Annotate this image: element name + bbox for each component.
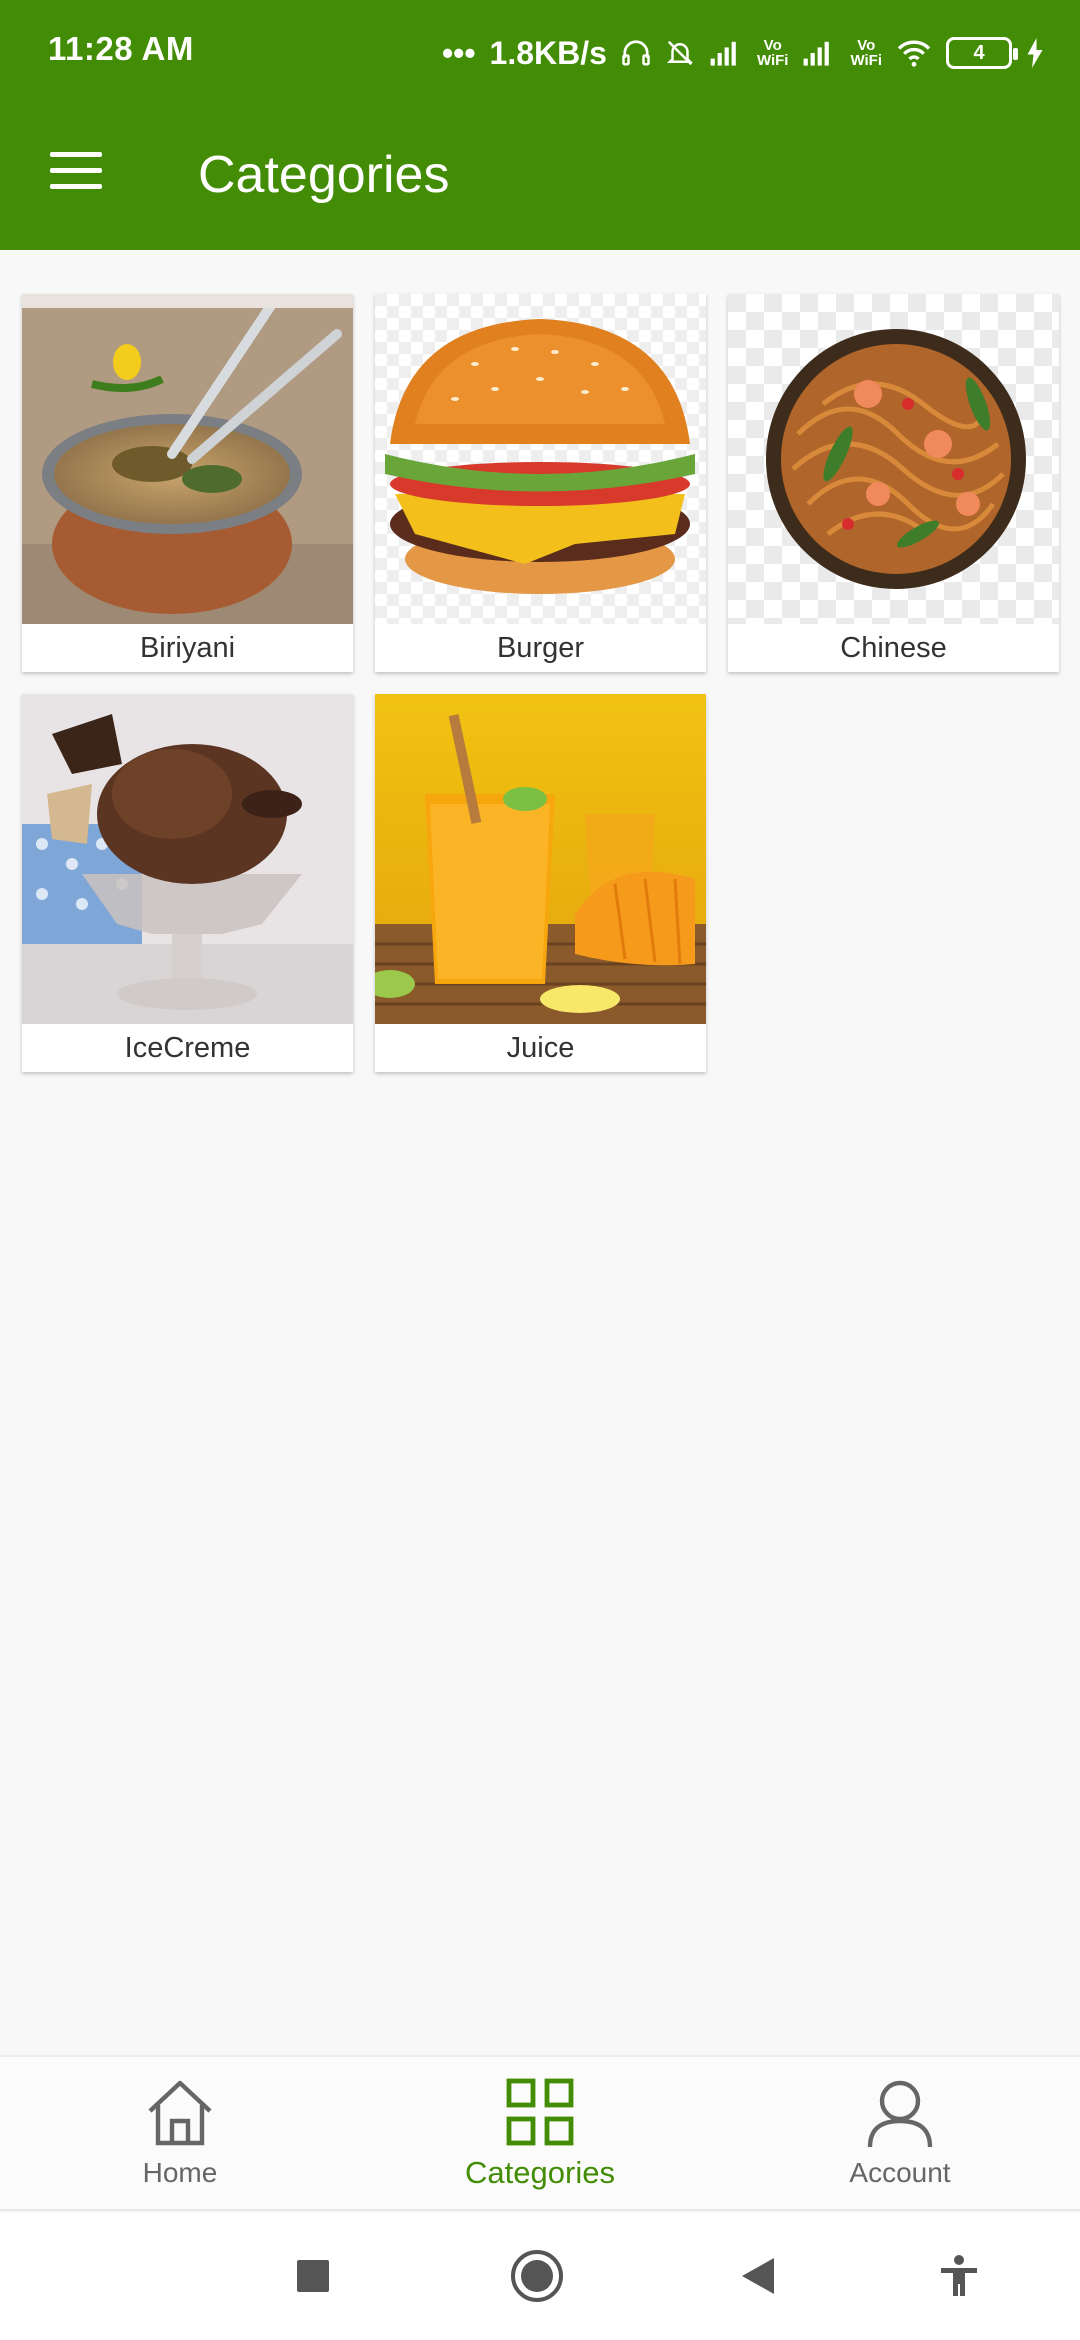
menu-icon-bar: [50, 168, 102, 173]
category-label: IceCreme: [124, 1032, 251, 1064]
menu-icon-bar: [50, 184, 102, 189]
page-title: Categories: [198, 146, 450, 204]
status-time: 11:28 AM: [48, 30, 194, 67]
menu-icon: [50, 152, 102, 157]
nav-label-categories: Categories: [465, 2155, 615, 2190]
juice-image: [375, 694, 706, 1024]
category-card-biriyani[interactable]: Biriyani: [22, 294, 353, 672]
nav-label-home: Home: [142, 2157, 218, 2188]
nav-item-home[interactable]: Home: [0, 2057, 360, 2213]
account-icon: [867, 2080, 933, 2148]
category-card-icecreme[interactable]: IceCreme: [22, 694, 353, 1072]
app-bar: 11:28 AM ••• 1.8KB/s Vo WiFi Vo WiFi 4 Cat…: [0, 0, 1080, 250]
menu-button[interactable]: [38, 140, 114, 204]
nav-label-account: Account: [849, 2157, 951, 2188]
square-icon: [297, 2260, 329, 2292]
status-bar: 11:28 AM ••• 1.8KB/s Vo WiFi Vo WiFi 4: [0, 0, 1080, 104]
headphones-icon: [622, 40, 650, 66]
icecream-image: [22, 694, 353, 1024]
dots-icon: •••: [441, 34, 476, 71]
accessibility-icon: [941, 2255, 977, 2296]
recents-button[interactable]: [278, 2241, 348, 2311]
battery-icon: 4: [946, 37, 1018, 69]
charging-icon: [1027, 38, 1043, 68]
back-triangle-icon: [742, 2258, 774, 2294]
chinese-image: [728, 294, 1059, 624]
bottom-navigation: Home Categories Account: [0, 2055, 1080, 2211]
biriyani-image: [22, 294, 353, 624]
circle-icon: [511, 2250, 563, 2302]
home-button[interactable]: [502, 2241, 572, 2311]
nav-item-account[interactable]: Account: [720, 2057, 1080, 2213]
burger-image: [375, 294, 706, 624]
back-button[interactable]: [723, 2241, 793, 2311]
nav-item-categories[interactable]: Categories: [360, 2057, 720, 2213]
signal-icon: [804, 41, 830, 66]
category-card-burger[interactable]: Burger: [375, 294, 706, 672]
bell-off-icon: [666, 40, 693, 66]
system-navigation-bar: [0, 2213, 1080, 2340]
grid-icon: [506, 2078, 574, 2146]
signal-icon: [710, 41, 736, 66]
wifi-icon: [897, 40, 931, 67]
category-label: Burger: [496, 632, 585, 664]
category-card-juice[interactable]: Juice: [375, 694, 706, 1072]
status-icons: ••• 1.8KB/s Vo WiFi Vo WiFi 4: [442, 28, 1044, 78]
vowifi-icon: Vo WiFi: [756, 37, 789, 69]
category-label: Chinese: [840, 632, 947, 664]
home-icon: [148, 2080, 212, 2146]
vowifi-icon: Vo WiFi: [850, 37, 882, 69]
network-speed: 1.8KB/s: [489, 34, 607, 71]
accessibility-button[interactable]: [924, 2241, 994, 2311]
category-card-chinese[interactable]: Chinese: [728, 294, 1059, 672]
category-label: Juice: [506, 1032, 575, 1064]
category-label: Biriyani: [139, 632, 236, 664]
